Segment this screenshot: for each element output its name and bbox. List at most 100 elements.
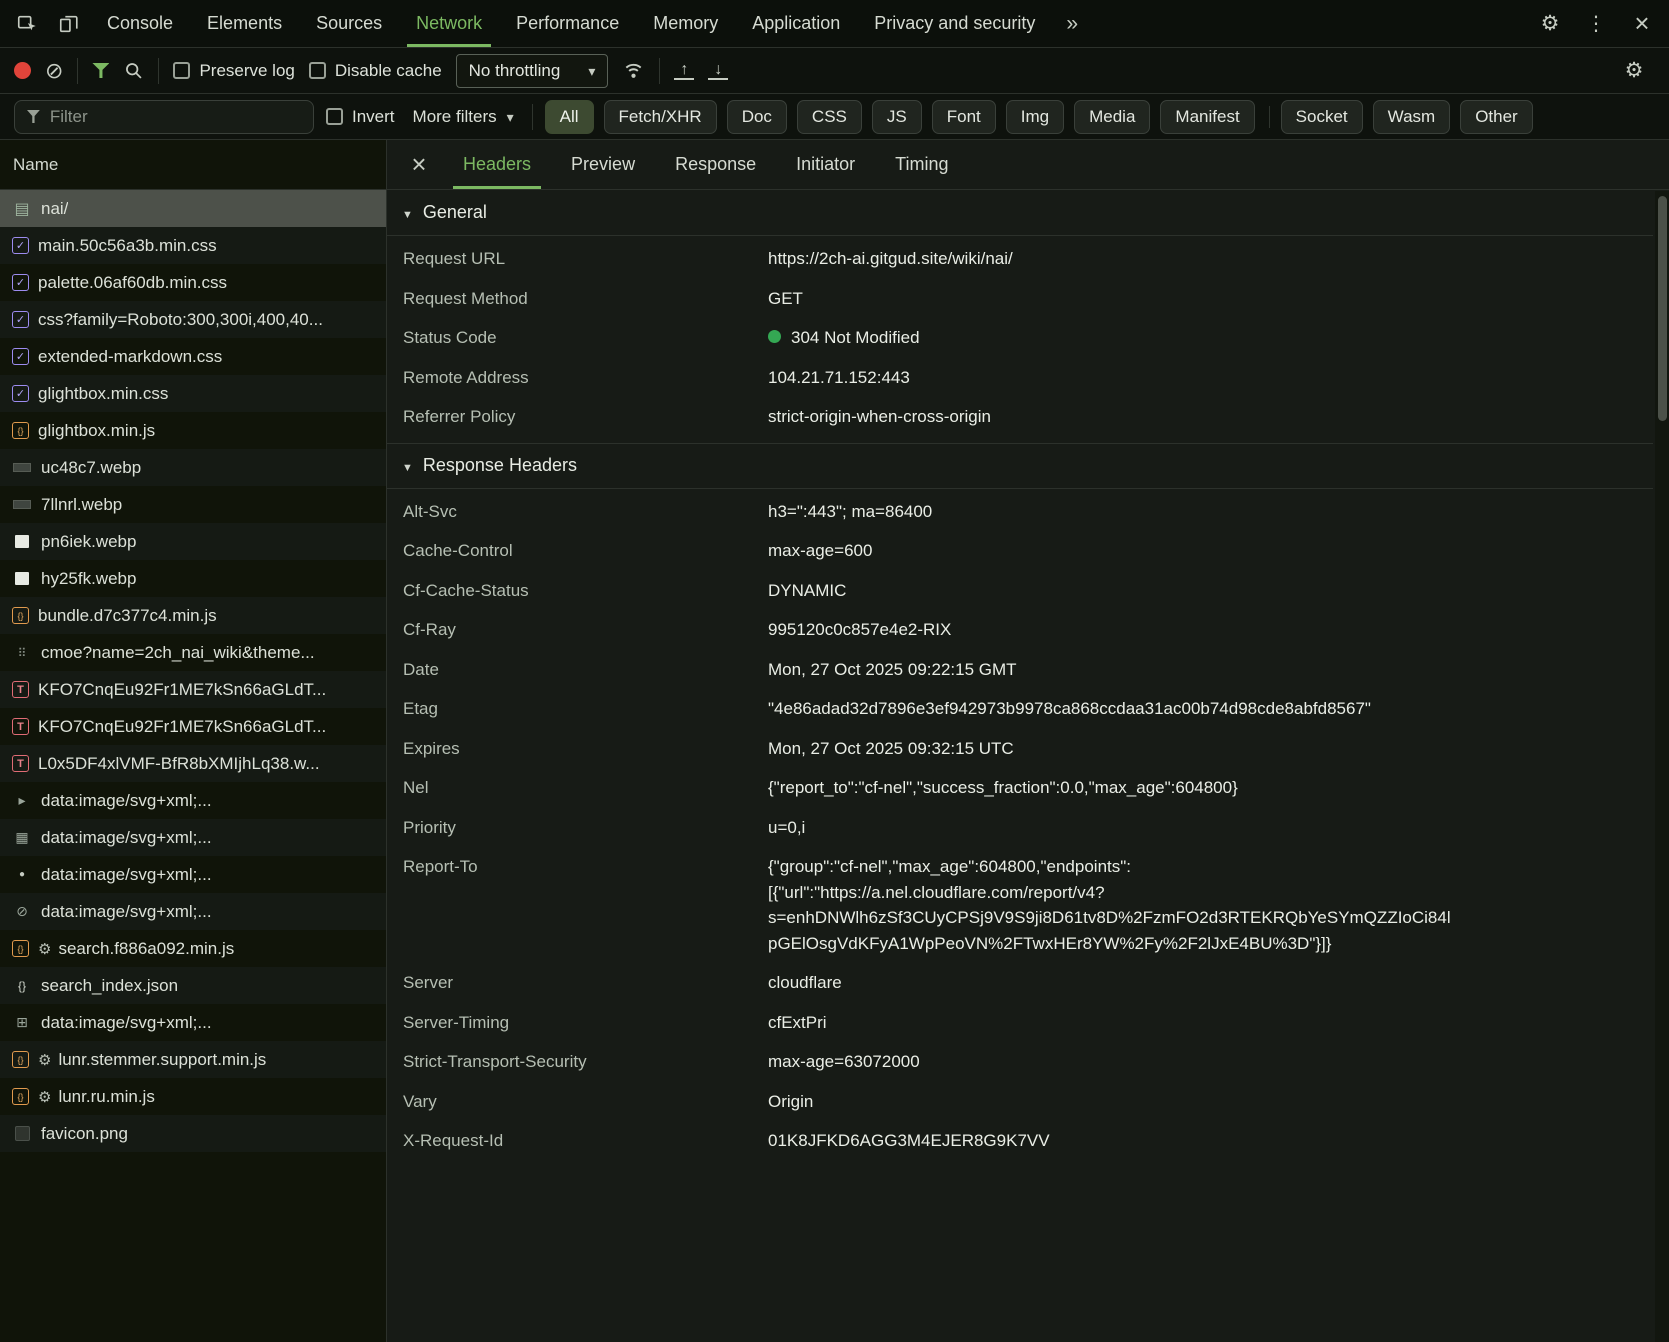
header-name: Referrer Policy — [403, 407, 516, 426]
panel-tab[interactable]: Application — [735, 0, 857, 47]
request-row[interactable]: main.50c56a3b.min.css — [0, 227, 386, 264]
preserve-log-checkbox[interactable]: Preserve log — [173, 61, 295, 81]
request-row[interactable]: lunr.ru.min.js — [0, 1078, 386, 1115]
search-icon[interactable] — [123, 60, 144, 81]
request-row[interactable]: data:image/svg+xml;... — [0, 856, 386, 893]
request-row[interactable]: KFO7CnqEu92Fr1ME7kSn66aGLdT... — [0, 708, 386, 745]
request-row[interactable]: data:image/svg+xml;... — [0, 819, 386, 856]
details-scrollbar[interactable] — [1655, 191, 1669, 1342]
request-type-filter[interactable]: Other — [1460, 99, 1533, 134]
request-row[interactable]: data:image/svg+xml;... — [0, 782, 386, 819]
request-type-filter[interactable]: All — [544, 99, 594, 134]
more-panels-icon[interactable] — [1052, 0, 1092, 47]
request-row[interactable]: search.f886a092.min.js — [0, 930, 386, 967]
request-row[interactable]: favicon.png — [0, 1115, 386, 1152]
request-row[interactable]: 7llnrl.webp — [0, 486, 386, 523]
header-value: 995120c0c857e4e2-RIX — [768, 620, 952, 639]
request-row[interactable]: nai/ — [0, 190, 386, 227]
clear-network-log-icon[interactable] — [45, 58, 63, 84]
details-tab[interactable]: Preview — [551, 140, 655, 189]
request-row[interactable]: KFO7CnqEu92Fr1ME7kSn66aGLdT... — [0, 671, 386, 708]
request-type-filter[interactable]: Img — [1005, 99, 1065, 134]
request-type-filter[interactable]: Doc — [726, 99, 787, 134]
general-section-header[interactable]: General — [387, 190, 1653, 236]
import-har-icon[interactable] — [674, 62, 695, 80]
header-row: Alt-Svc h3=":443"; ma=86400 — [387, 492, 1653, 532]
request-name: search.f886a092.min.js — [58, 938, 235, 958]
header-row: Strict-Transport-Security max-age=630720… — [387, 1042, 1653, 1082]
disable-cache-checkbox[interactable]: Disable cache — [308, 60, 442, 81]
request-type-filter[interactable]: Font — [931, 99, 996, 134]
header-name: Cf-Ray — [403, 620, 456, 639]
scrollbar-thumb[interactable] — [1658, 196, 1667, 421]
details-tab[interactable]: Response — [655, 140, 776, 189]
request-type-filter[interactable]: Manifest — [1160, 99, 1255, 134]
close-devtools-icon[interactable] — [1619, 0, 1665, 47]
filter-input[interactable] — [49, 106, 301, 127]
request-name: lunr.ru.min.js — [58, 1086, 155, 1106]
device-toolbar-icon[interactable] — [48, 0, 90, 47]
network-conditions-icon[interactable] — [622, 59, 645, 82]
panel-tab[interactable]: Elements — [190, 0, 299, 47]
inspect-element-icon[interactable] — [6, 0, 48, 47]
request-row[interactable]: bundle.d7c377c4.min.js — [0, 597, 386, 634]
filter-input-box[interactable] — [14, 99, 314, 134]
request-row[interactable]: glightbox.min.css — [0, 375, 386, 412]
request-row[interactable]: glightbox.min.js — [0, 412, 386, 449]
settings-gear-icon[interactable] — [1527, 0, 1573, 47]
network-settings-gear-icon[interactable] — [1613, 58, 1655, 83]
details-tab[interactable]: Timing — [875, 140, 968, 189]
record-network-log-icon[interactable] — [14, 62, 31, 79]
header-row: Report-To {"group":"cf-nel","max_age":60… — [387, 847, 1653, 963]
request-row[interactable]: data:image/svg+xml;... — [0, 893, 386, 930]
request-type-filter[interactable]: Fetch/XHR — [603, 99, 717, 134]
request-row[interactable]: lunr.stemmer.support.min.js — [0, 1041, 386, 1078]
more-options-icon[interactable] — [1573, 0, 1619, 47]
request-type-filter[interactable]: Socket — [1268, 99, 1363, 134]
image-thumb-dark-icon — [12, 495, 32, 515]
response-headers-section-header[interactable]: Response Headers — [387, 442, 1653, 489]
request-type-filter[interactable]: CSS — [796, 99, 862, 134]
disable-cache-label: Disable cache — [334, 60, 442, 80]
request-row[interactable]: cmoe?name=2ch_nai_wiki&theme... — [0, 634, 386, 671]
more-filters-dropdown[interactable]: More filters — [407, 107, 520, 127]
request-row[interactable]: css?family=Roboto:300,300i,400,40... — [0, 301, 386, 338]
request-type-filter[interactable]: Media — [1074, 99, 1151, 134]
header-value: Origin — [768, 1091, 814, 1111]
details-tab[interactable]: Headers — [443, 140, 551, 189]
throttling-value: No throttling — [468, 60, 561, 80]
header-name: X-Request-Id — [403, 1131, 504, 1150]
export-har-icon[interactable] — [708, 62, 729, 80]
stylesheet-icon — [12, 385, 29, 402]
panel-tab[interactable]: Sources — [299, 0, 399, 47]
checkbox-icon[interactable] — [326, 108, 343, 125]
panel-tab[interactable]: Memory — [636, 0, 735, 47]
panel-tab[interactable]: Privacy and security — [857, 0, 1052, 47]
header-name: Priority — [403, 817, 456, 837]
invert-checkbox[interactable]: Invert — [326, 107, 395, 127]
panel-tab[interactable]: Performance — [499, 0, 636, 47]
request-row[interactable]: data:image/svg+xml;... — [0, 1004, 386, 1041]
request-row[interactable]: pn6iek.webp — [0, 523, 386, 560]
request-row[interactable]: L0x5DF4xlVMF-BfR8bXMIjhLq38.w... — [0, 745, 386, 782]
request-type-filter-label: Doc — [741, 106, 772, 126]
panel-tab[interactable]: Network — [399, 0, 499, 47]
checkbox-icon[interactable] — [308, 62, 326, 79]
request-type-filter[interactable]: JS — [871, 99, 922, 134]
name-column-header[interactable]: Name — [0, 140, 386, 190]
request-row[interactable]: extended-markdown.css — [0, 338, 386, 375]
toolbar-separator — [158, 57, 160, 84]
panel-tab[interactable]: Console — [90, 0, 190, 47]
throttling-select[interactable]: No throttling — [455, 53, 609, 88]
details-tab-bar: Headers Preview Response Initiator — [387, 140, 1669, 190]
request-row[interactable]: search_index.json — [0, 967, 386, 1004]
request-row[interactable]: uc48c7.webp — [0, 449, 386, 486]
request-type-filter[interactable]: Wasm — [1372, 99, 1451, 134]
invert-label: Invert — [352, 106, 395, 126]
request-row[interactable]: hy25fk.webp — [0, 560, 386, 597]
close-details-icon[interactable] — [395, 140, 443, 189]
details-tab[interactable]: Initiator — [776, 140, 875, 189]
filter-toggle-icon[interactable] — [92, 63, 110, 78]
request-row[interactable]: palette.06af60db.min.css — [0, 264, 386, 301]
checkbox-icon[interactable] — [173, 62, 191, 79]
